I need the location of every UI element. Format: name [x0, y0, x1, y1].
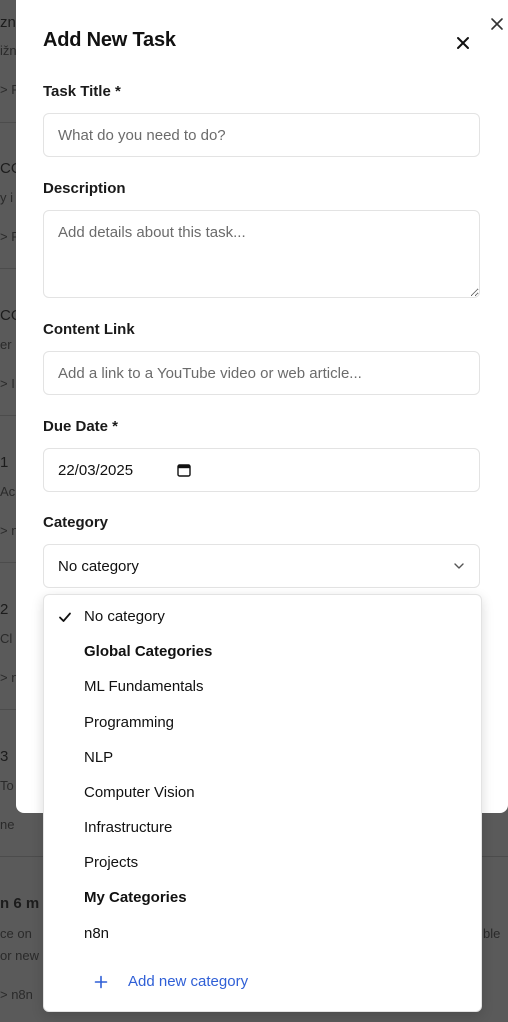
close-icon[interactable]: [453, 33, 473, 53]
option-no-category[interactable]: No category: [84, 608, 165, 625]
option-category[interactable]: Projects: [84, 854, 138, 871]
bg-text: y i: [0, 190, 13, 205]
category-selected-value: No category: [58, 557, 139, 575]
due-date-label: Due Date *: [43, 418, 119, 435]
bg-text: To: [0, 778, 14, 793]
option-category[interactable]: Computer Vision: [84, 784, 195, 801]
calendar-icon[interactable]: [177, 463, 191, 477]
bg-text: ble: [483, 926, 501, 941]
task-title-label: Task Title *: [43, 83, 121, 100]
bg-text: zn: [0, 14, 16, 31]
option-category[interactable]: Infrastructure: [84, 819, 172, 836]
chevron-down-icon: [454, 563, 464, 569]
due-date-input[interactable]: 22/03/2025: [43, 448, 480, 492]
bg-text: er: [0, 337, 12, 352]
bg-text: 3: [0, 748, 9, 765]
option-category[interactable]: Programming: [84, 714, 174, 731]
add-category-button[interactable]: Add new category: [94, 973, 248, 990]
group-header-mine: My Categories: [84, 889, 187, 906]
bg-text: > n8n: [0, 987, 33, 1002]
description-label: Description: [43, 180, 126, 197]
bg-text: ne: [0, 817, 15, 832]
task-title-input[interactable]: [43, 113, 480, 157]
category-dropdown: No category Global Categories ML Fundame…: [43, 594, 482, 1012]
content-link-input[interactable]: [43, 351, 480, 395]
bg-text: ce on: [0, 926, 32, 941]
content-link-label: Content Link: [43, 321, 135, 338]
bg-text: ižn: [0, 43, 17, 58]
modal-title: Add New Task: [43, 29, 176, 51]
bg-text: > I: [0, 376, 15, 391]
description-textarea[interactable]: [43, 210, 480, 298]
option-category[interactable]: NLP: [84, 749, 113, 766]
bg-text: 2: [0, 601, 9, 618]
option-category[interactable]: n8n: [84, 925, 109, 942]
category-select[interactable]: No category: [43, 544, 480, 588]
plus-icon: [94, 975, 108, 988]
bg-text: or new: [0, 948, 40, 963]
option-category[interactable]: ML Fundamentals: [84, 678, 204, 695]
due-date-value: 22/03/2025: [58, 461, 134, 479]
close-icon[interactable]: [487, 14, 507, 34]
bg-text: 1: [0, 454, 9, 471]
add-category-label: Add new category: [128, 973, 249, 990]
group-header-global: Global Categories: [84, 643, 213, 660]
check-icon: [59, 612, 71, 622]
bg-text: Cl: [0, 631, 13, 646]
category-label: Category: [43, 514, 109, 531]
bg-text: Ac: [0, 484, 16, 499]
bg-text: n 6 m: [0, 895, 40, 912]
